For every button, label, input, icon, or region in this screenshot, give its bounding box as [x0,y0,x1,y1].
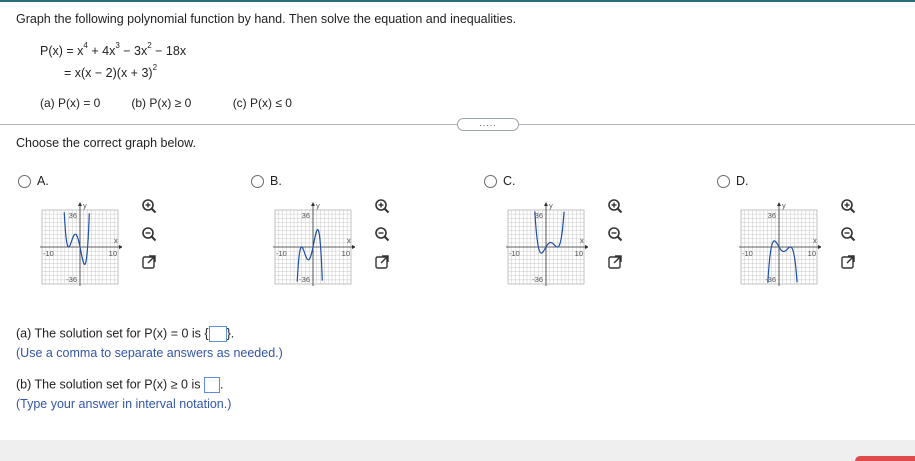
parts-list: (a) P(x) = 0 (b) P(x) ≥ 0 (c) P(x) ≤ 0 [40,96,292,110]
zoom-out-icon[interactable] [840,226,856,242]
zoom-out-icon[interactable] [607,226,623,242]
y-min-label: -36 [532,275,543,284]
y-axis-arrow [78,202,82,206]
problem-prompt: Graph the following polynomial function … [16,12,517,26]
expand-button[interactable]: ..... [457,118,519,131]
y-axis-label: y [549,201,553,210]
x-max-label: 10 [575,249,583,258]
graph-d[interactable]: y x 36 -36 -10 10 [733,196,821,292]
x-axis-label: x [813,236,817,245]
open-window-icon[interactable] [141,254,157,270]
part-b: (b) P(x) ≥ 0 [131,96,192,110]
eq-term: = x(x − 2)(x + 3) [64,66,153,80]
x-axis-arrow [818,245,821,249]
answer-b-input[interactable] [203,377,220,393]
part-a: (a) P(x) = 0 [40,96,101,110]
radio-a[interactable] [18,174,31,188]
y-axis-arrow [777,202,781,206]
zoom-out-icon[interactable] [141,226,157,242]
y-axis-arrow [544,202,548,206]
x-axis-arrow [585,245,588,249]
polynomial-factored: = x(x − 2)(x + 3)2 [64,63,158,80]
zoom-out-icon[interactable] [374,226,390,242]
choose-instruction: Choose the correct graph below. [16,136,196,150]
zoom-in-icon[interactable] [840,198,856,214]
answer-b-hint: (Type your answer in interval notation.) [16,397,232,411]
graph-c-tools [607,198,625,282]
x-max-label: 10 [808,249,816,258]
y-axis-label: y [782,201,786,210]
x-min-label: -10 [43,249,54,258]
x-max-label: 10 [342,249,350,258]
option-a-label: A. [37,174,49,188]
answer-a-input[interactable] [208,326,227,342]
x-axis-label: x [114,236,118,245]
radio-b[interactable] [251,174,264,188]
answer-b-text: (b) The solution set for P(x) ≥ 0 is [16,377,201,392]
y-max-label: 36 [535,211,543,220]
graph-b-tools [374,198,392,282]
graph-a-tools [141,198,159,282]
graph-d-tools [840,198,858,282]
open-window-icon[interactable] [840,254,856,270]
y-max-label: 36 [69,211,77,220]
eq-term: + 4x [87,44,116,58]
y-axis-arrow [311,202,315,206]
radio-c[interactable] [484,174,497,188]
polynomial-expanded: P(x) = x4 + 4x3 − 3x2 − 18x [40,41,187,58]
option-d[interactable]: D. [717,174,749,188]
zoom-in-icon[interactable] [141,198,157,214]
answer-a-text: (a) The solution set for P(x) = 0 is { [16,326,209,341]
eq-exp: 2 [147,41,152,50]
eq-exp: 2 [152,63,158,72]
option-b-label: B. [270,174,282,188]
x-axis-label: x [347,236,351,245]
eq-term: − 18x [151,44,187,58]
eq-exp: 3 [115,41,120,50]
x-axis-label: x [580,236,584,245]
option-d-label: D. [736,174,749,188]
y-axis-label: y [316,201,320,210]
radio-d[interactable] [717,174,730,188]
top-accent-line [0,0,915,2]
option-c-label: C. [503,174,516,188]
eq-term: P(x) = x [40,44,84,58]
x-max-label: 10 [109,249,117,258]
zoom-in-icon[interactable] [374,198,390,214]
part-c: (c) P(x) ≤ 0 [232,96,292,110]
answer-a-hint: (Use a comma to separate answers as need… [16,346,283,360]
x-axis-arrow [352,245,355,249]
y-min-label: -36 [765,275,776,284]
option-c[interactable]: C. [484,174,516,188]
x-axis-arrow [119,245,122,249]
open-window-icon[interactable] [607,254,623,270]
eq-exp: 4 [83,41,88,50]
y-min-label: -36 [299,275,310,284]
y-min-label: -36 [66,275,77,284]
graph-a[interactable]: y x 36 -36 -10 10 [34,196,122,292]
y-max-label: 36 [302,211,310,220]
answer-a-close: }. [226,326,235,341]
footer-bar [0,440,915,461]
open-window-icon[interactable] [374,254,390,270]
y-axis-label: y [83,201,87,210]
y-max-label: 36 [768,211,776,220]
option-b[interactable]: B. [251,174,282,188]
option-a[interactable]: A. [18,174,49,188]
answer-b-close: . [219,377,224,392]
answer-a-line: (a) The solution set for P(x) = 0 is {}. [16,326,234,342]
graph-c[interactable]: y x 36 -36 -10 10 [500,196,588,292]
graph-b[interactable]: y x 36 -36 -10 10 [267,196,355,292]
x-min-label: -10 [509,249,520,258]
eq-term: − 3x [119,44,148,58]
answer-b-line: (b) The solution set for P(x) ≥ 0 is . [16,377,223,393]
footer-red-tab [855,456,915,461]
x-min-label: -10 [276,249,287,258]
zoom-in-icon[interactable] [607,198,623,214]
x-min-label: -10 [742,249,753,258]
